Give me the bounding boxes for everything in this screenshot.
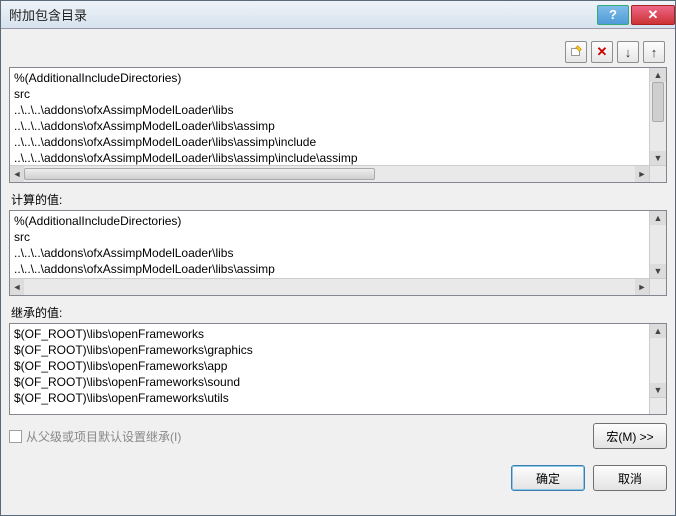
list-toolbar: ✕ ↓ ↑	[9, 37, 667, 67]
new-line-button[interactable]	[565, 41, 587, 63]
vertical-scrollbar[interactable]: ▲ ▼	[649, 68, 666, 165]
list-item: $(OF_ROOT)\libs\openFrameworks\graphics	[14, 342, 662, 358]
client-area: ✕ ↓ ↑ %(AdditionalIncludeDirectories) sr…	[1, 29, 675, 515]
inherited-values-list: $(OF_ROOT)\libs\openFrameworks $(OF_ROOT…	[10, 324, 666, 414]
move-down-button[interactable]: ↓	[617, 41, 639, 63]
scroll-right-icon[interactable]: ►	[635, 166, 649, 182]
list-item[interactable]: src	[14, 86, 662, 102]
list-item[interactable]: ..\..\..\addons\ofxAssimpModelLoader\lib…	[14, 150, 662, 166]
list-item: src	[14, 229, 662, 245]
inherit-row: 从父级或项目默认设置继承(I) 宏(M) >>	[9, 423, 667, 449]
list-item: $(OF_ROOT)\libs\openFrameworks\app	[14, 358, 662, 374]
inherited-values-label: 继承的值:	[11, 304, 667, 321]
scroll-up-icon[interactable]: ▲	[650, 324, 666, 338]
inherit-checkbox-label[interactable]: 从父级或项目默认设置继承(I)	[9, 428, 181, 445]
scroll-up-icon[interactable]: ▲	[650, 68, 666, 82]
scroll-down-icon[interactable]: ▼	[650, 383, 666, 397]
scroll-corner	[649, 278, 666, 295]
dialog-buttons: 确定 取消	[9, 459, 667, 491]
list-item: $(OF_ROOT)\libs\openFrameworks	[14, 326, 662, 342]
horizontal-scrollbar[interactable]: ◄ ►	[10, 165, 649, 182]
directories-editor[interactable]: %(AdditionalIncludeDirectories) src ..\.…	[9, 67, 667, 183]
scroll-right-icon[interactable]: ►	[635, 279, 649, 295]
scroll-corner	[649, 397, 666, 414]
scroll-left-icon[interactable]: ◄	[10, 279, 24, 295]
inherit-checkbox[interactable]	[9, 430, 22, 443]
scroll-thumb[interactable]	[24, 168, 375, 180]
macros-button[interactable]: 宏(M) >>	[593, 423, 667, 449]
scroll-corner	[649, 165, 666, 182]
scroll-down-icon[interactable]: ▼	[650, 151, 666, 165]
inherit-checkbox-text: 从父级或项目默认设置继承(I)	[26, 428, 181, 445]
vertical-scrollbar[interactable]: ▲ ▼	[649, 324, 666, 397]
list-item[interactable]: %(AdditionalIncludeDirectories)	[14, 70, 662, 86]
computed-values-label: 计算的值:	[11, 191, 667, 208]
list-item[interactable]: ..\..\..\addons\ofxAssimpModelLoader\lib…	[14, 134, 662, 150]
scroll-left-icon[interactable]: ◄	[10, 166, 24, 182]
vertical-scrollbar[interactable]: ▲ ▼	[649, 211, 666, 278]
scroll-thumb[interactable]	[652, 82, 664, 122]
inherited-values-box: $(OF_ROOT)\libs\openFrameworks $(OF_ROOT…	[9, 323, 667, 415]
list-item[interactable]: ..\..\..\addons\ofxAssimpModelLoader\lib…	[14, 102, 662, 118]
list-item: ..\..\..\addons\ofxAssimpModelLoader\lib…	[14, 261, 662, 277]
window-title: 附加包含目录	[9, 5, 595, 24]
computed-values-box: %(AdditionalIncludeDirectories) src ..\.…	[9, 210, 667, 296]
window-buttons: ? ✕	[595, 5, 675, 25]
ok-button[interactable]: 确定	[511, 465, 585, 491]
dialog-additional-include-directories: 附加包含目录 ? ✕ ✕ ↓ ↑ %(AdditionalIncludeDire…	[0, 0, 676, 516]
list-item: %(AdditionalIncludeDirectories)	[14, 213, 662, 229]
list-item: ..\..\..\addons\ofxAssimpModelLoader\lib…	[14, 245, 662, 261]
scroll-up-icon[interactable]: ▲	[650, 211, 666, 225]
titlebar: 附加包含目录 ? ✕	[1, 1, 675, 29]
horizontal-scrollbar[interactable]: ◄ ►	[10, 278, 649, 295]
list-item: $(OF_ROOT)\libs\openFrameworks\utils	[14, 390, 662, 406]
cancel-button[interactable]: 取消	[593, 465, 667, 491]
delete-line-button[interactable]: ✕	[591, 41, 613, 63]
scroll-down-icon[interactable]: ▼	[650, 264, 666, 278]
close-button[interactable]: ✕	[631, 5, 675, 25]
move-up-button[interactable]: ↑	[643, 41, 665, 63]
list-item[interactable]: ..\..\..\addons\ofxAssimpModelLoader\lib…	[14, 118, 662, 134]
help-button[interactable]: ?	[597, 5, 629, 25]
list-item: $(OF_ROOT)\libs\openFrameworks\sound	[14, 374, 662, 390]
